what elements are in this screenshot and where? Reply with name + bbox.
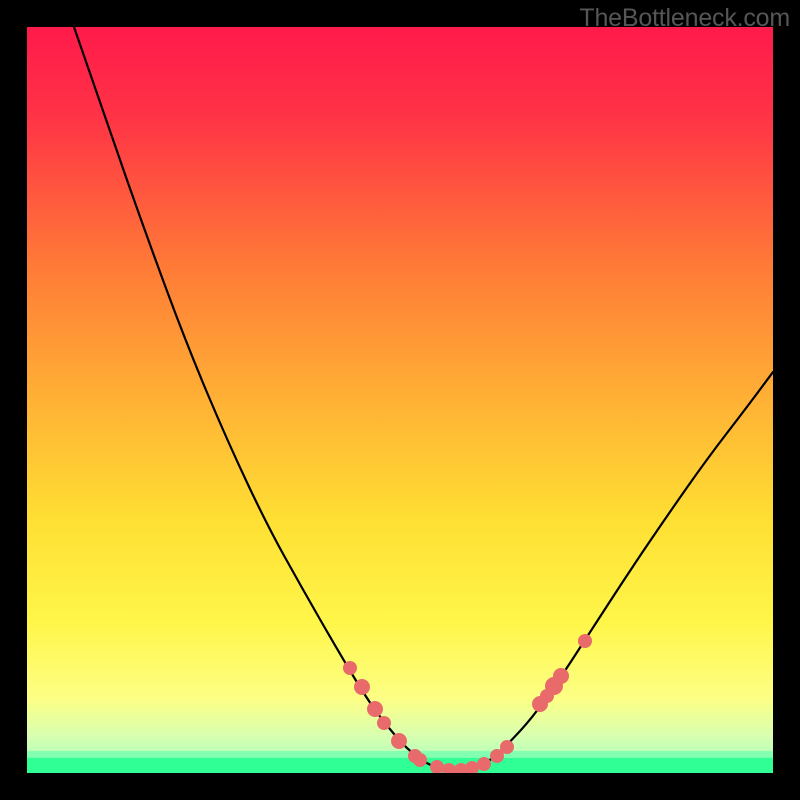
chart-frame	[27, 27, 773, 773]
curve-marker	[367, 701, 383, 717]
curve-marker	[354, 679, 370, 695]
chart-svg	[27, 27, 773, 773]
curve-marker	[500, 740, 514, 754]
curve-marker	[477, 757, 491, 771]
watermark-text: TheBottleneck.com	[579, 4, 790, 33]
curve-marker	[553, 668, 569, 684]
curve-marker	[391, 733, 407, 749]
green-band-upper	[27, 751, 773, 758]
gradient-background	[27, 27, 773, 773]
curve-marker	[343, 661, 357, 675]
green-band	[27, 757, 773, 773]
curve-marker	[413, 753, 427, 767]
curve-marker	[578, 634, 592, 648]
curve-marker	[377, 716, 391, 730]
